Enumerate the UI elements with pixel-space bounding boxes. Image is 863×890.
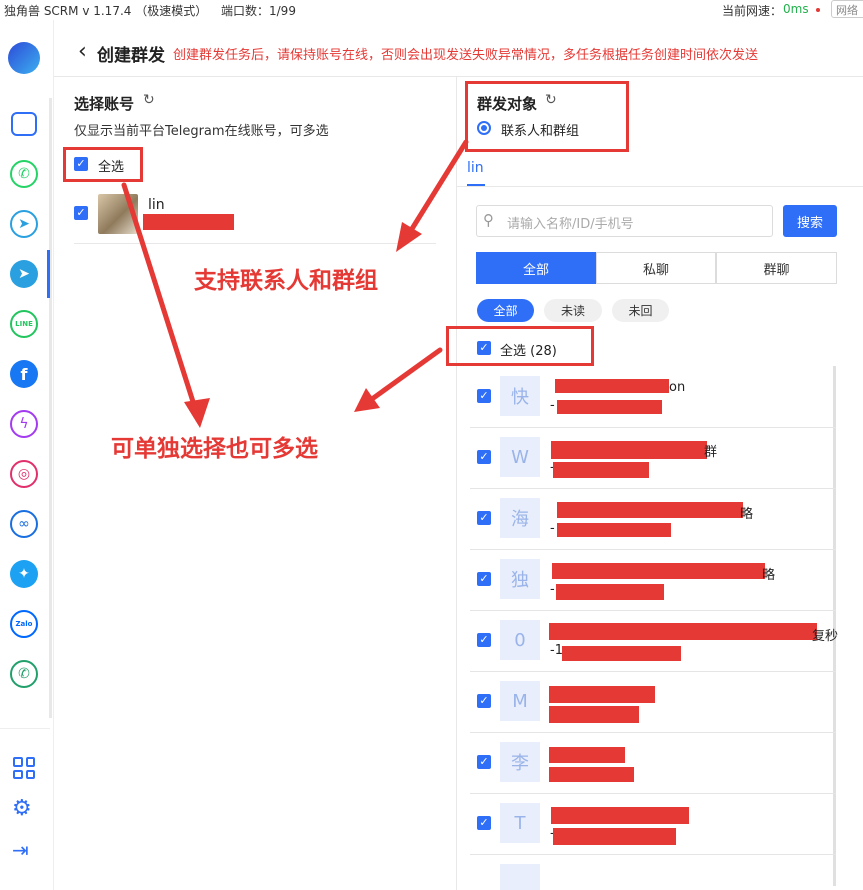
arrow-from-select-all <box>369 347 443 402</box>
annotation-contacts-groups: 支持联系人和群组 <box>194 268 378 294</box>
arrowhead <box>354 388 380 412</box>
arrow-to-single-multi <box>121 182 198 411</box>
annotation-single-multi: 可单独选择也可多选 <box>111 436 318 462</box>
arrowhead <box>184 398 210 428</box>
arrowhead <box>396 222 422 252</box>
arrow-to-contacts-groups <box>407 139 469 235</box>
